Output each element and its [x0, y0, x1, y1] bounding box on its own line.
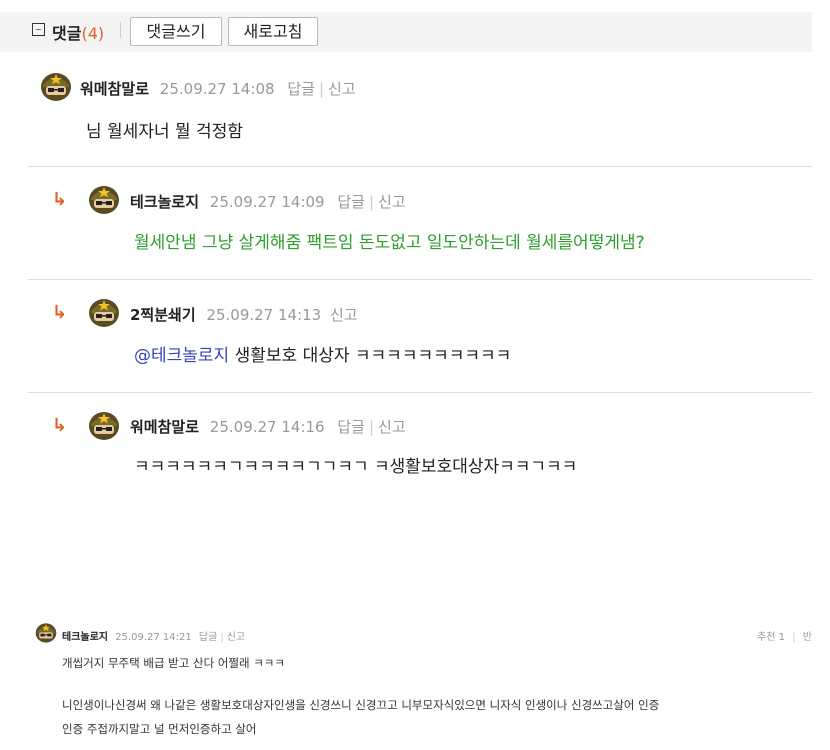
comment-meta: 워메참말로 25.09.27 14:08 답글 | 신고 — [80, 78, 356, 99]
reply-arrow-icon: ↳ — [52, 302, 68, 323]
pipe-divider: | — [368, 418, 375, 436]
nickname[interactable]: 워메참말로 — [80, 80, 149, 98]
comment-text: 개씹거지 무주택 배급 받고 산다 어쩔래 ㅋㅋㅋ — [62, 656, 285, 670]
report-link[interactable]: 신고 — [227, 632, 245, 643]
comment-title: 댓글 — [52, 24, 82, 43]
mention-link[interactable]: @테크놀로지 — [134, 346, 229, 366]
soldier-helmet-avatar-icon[interactable] — [40, 71, 72, 103]
report-link[interactable]: 신고 — [330, 306, 358, 324]
refresh-button[interactable]: 새로고침 — [228, 17, 318, 46]
timestamp: 25.09.27 14:16 — [209, 418, 325, 436]
report-link[interactable]: 신고 — [378, 418, 406, 436]
reply-link[interactable]: 답글 — [287, 80, 315, 98]
minus-square-icon[interactable]: − — [32, 23, 45, 36]
soldier-helmet-avatar-icon[interactable] — [35, 622, 57, 644]
soldier-helmet-avatar-icon[interactable] — [88, 297, 120, 329]
pipe-divider: | — [792, 632, 796, 643]
timestamp: 25.09.27 14:13 — [206, 306, 322, 324]
comment-header: 댓글(4) — [52, 20, 104, 44]
nickname[interactable]: 테크놀로지 — [130, 193, 199, 211]
nickname[interactable]: 워메참말로 — [130, 418, 199, 436]
timestamp: 25.09.27 14:21 — [115, 632, 192, 643]
timestamp: 25.09.27 14:09 — [209, 193, 325, 211]
comment-text: 니인생이나신경써 왜 나같은 생활보호대상자인생을 신경쓰니 신경끄고 니부모자… — [62, 698, 660, 712]
report-link[interactable]: 신고 — [378, 193, 406, 211]
timestamp: 25.09.27 14:08 — [159, 80, 275, 98]
pipe-divider: | — [318, 80, 325, 98]
recommend-area: 추천 1 | 반 — [757, 628, 812, 643]
pipe-divider: | — [220, 632, 224, 643]
comment-meta: 테크놀로지 25.09.27 14:21 답글 | 신고 — [62, 628, 245, 643]
reply-arrow-icon: ↳ — [52, 189, 68, 210]
write-comment-button[interactable]: 댓글쓰기 — [130, 17, 222, 46]
nickname[interactable]: 2찍분쇄기 — [130, 306, 196, 324]
comment-text: 인증 주접까지말고 널 먼저인증하고 살어 — [62, 722, 257, 736]
comment-text: 님 월세자너 뭘 걱정함 — [86, 122, 243, 142]
reply-link[interactable]: 답글 — [199, 632, 217, 643]
reply-item — [28, 279, 812, 393]
comment-item — [28, 58, 812, 167]
comment-meta: 워메참말로 25.09.27 14:16 답글 | 신고 — [130, 416, 406, 437]
soldier-helmet-avatar-icon[interactable] — [88, 410, 120, 442]
pipe-divider: | — [368, 193, 375, 211]
cut-off-label[interactable]: 반 — [803, 632, 812, 643]
comment-text: 월세안냄 그냥 살게해줌 팩트임 돈도없고 일도안하는데 월세를어떻게냄? — [134, 233, 645, 253]
comment-text: @테크놀로지 생활보호 대상자 ㅋㅋㅋㅋㅋㅋㅋㅋㅋㅋ — [134, 341, 511, 366]
comment-count: (4) — [81, 24, 105, 43]
comment-text: ㅋㅋㅋㅋㅋㅋㄱㅋㅋㅋㅋㄱㄱㅋㄱ ㅋ생활보호대상자ㅋㅋㄱㅋㅋ — [134, 457, 578, 477]
comment-meta: 테크놀로지 25.09.27 14:09 답글 | 신고 — [130, 191, 406, 212]
reply-item — [28, 166, 812, 280]
reply-link[interactable]: 답글 — [337, 193, 365, 211]
nickname[interactable]: 테크놀로지 — [62, 632, 108, 643]
comment-meta: 2찍분쇄기 25.09.27 14:13 신고 — [130, 304, 358, 325]
recommend-count[interactable]: 추천 1 — [757, 632, 785, 643]
reply-arrow-icon: ↳ — [52, 415, 68, 436]
soldier-helmet-avatar-icon[interactable] — [88, 184, 120, 216]
reply-link[interactable]: 답글 — [337, 418, 365, 436]
comment-toolbar — [0, 12, 812, 52]
toolbar-divider — [120, 22, 121, 38]
report-link[interactable]: 신고 — [328, 80, 356, 98]
comment-body: 생활보호 대상자 ㅋㅋㅋㅋㅋㅋㅋㅋㅋㅋ — [234, 346, 512, 366]
